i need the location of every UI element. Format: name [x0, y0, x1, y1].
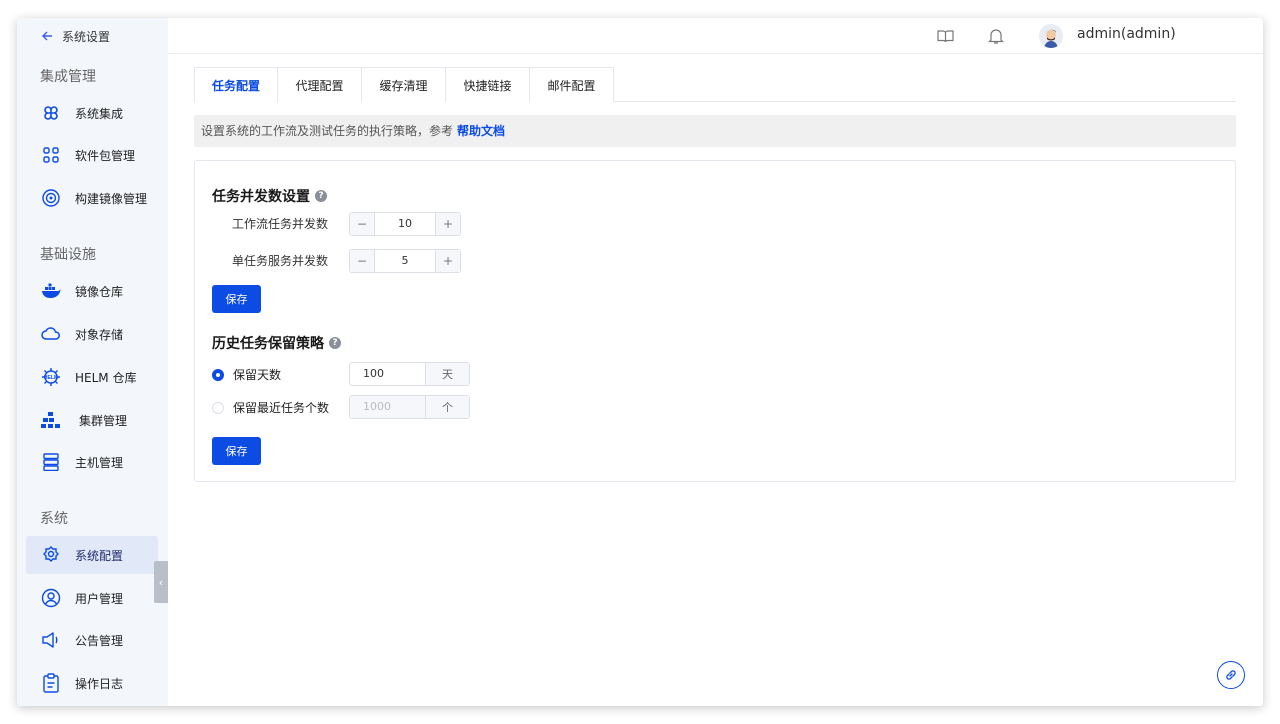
sidebar-collapse-handle[interactable]: ‹ [154, 561, 168, 603]
save-concurrency-button[interactable]: 保存 [212, 285, 261, 313]
retain-days-input[interactable]: 100 天 [349, 362, 470, 386]
sidebar-item-label: HELM 仓库 [75, 370, 137, 385]
sidebar-item-audit-log[interactable]: 操作日志 [26, 664, 158, 702]
helm-icon: HELM [41, 367, 61, 387]
service-concurrency-input[interactable]: 5 [375, 250, 435, 272]
link-float-button[interactable] [1217, 661, 1245, 689]
group-title-integration: 集成管理 [40, 69, 96, 85]
group-title-system: 系统 [40, 511, 68, 527]
settings-icon [41, 545, 61, 565]
back-button[interactable]: 系统设置 [41, 27, 110, 45]
sidebar-item-label: 系统配置 [75, 548, 124, 563]
workflow-concurrency-stepper: − 10 + [349, 212, 461, 236]
help-icon[interactable]: ? [329, 337, 341, 349]
sidebar-item-label: 镜像仓库 [75, 284, 124, 299]
radio-checked[interactable] [212, 368, 224, 381]
retain-days-label: 保留天数 [233, 368, 282, 382]
app-window: 系统设置 集成管理 系统集成 软件包管理 构建镜像管理 基础设施 镜像仓库 对象… [17, 18, 1263, 706]
retain-days-unit: 天 [425, 363, 469, 385]
increment-button[interactable]: + [435, 250, 460, 272]
help-doc-link[interactable]: 帮助文档 [457, 124, 505, 138]
tab-task-config[interactable]: 任务配置 [194, 67, 278, 103]
help-icon[interactable]: ? [315, 190, 327, 202]
command-icon [41, 103, 61, 123]
tab-mail-config[interactable]: 邮件配置 [530, 67, 614, 102]
chevron-left-icon: ‹ [158, 575, 164, 589]
user-icon [41, 588, 61, 608]
save-retention-button[interactable]: 保存 [212, 437, 261, 465]
info-text: 设置系统的工作流及测试任务的执行策略，参考 [201, 124, 454, 138]
decrement-button[interactable]: − [350, 213, 375, 235]
retain-count-input[interactable]: 1000 个 [349, 395, 470, 419]
sidebar-item-system-integration[interactable]: 系统集成 [26, 94, 158, 132]
sidebar-item-label: 软件包管理 [75, 148, 136, 163]
service-concurrency-stepper: − 5 + [349, 249, 461, 273]
retain-days-value[interactable]: 100 [350, 363, 425, 385]
sidebar-item-build-image[interactable]: 构建镜像管理 [26, 179, 158, 217]
workflow-concurrency-input[interactable]: 10 [375, 213, 435, 235]
retain-count-label: 保留最近任务个数 [233, 401, 330, 415]
sidebar-item-cluster[interactable]: 集群管理 [26, 401, 158, 439]
sidebar-item-label: 用户管理 [75, 591, 124, 606]
bell-icon[interactable] [987, 27, 1005, 45]
sidebar-item-object-storage[interactable]: 对象存储 [26, 315, 158, 353]
sidebar-item-system-config[interactable]: 系统配置 [26, 536, 158, 574]
tab-cache-cleanup[interactable]: 缓存清理 [362, 67, 446, 102]
username[interactable]: admin(admin) [1077, 26, 1176, 42]
avatar[interactable] [1039, 24, 1063, 48]
tab-proxy-config[interactable]: 代理配置 [278, 67, 362, 102]
link-icon [1226, 670, 1236, 680]
sidebar: 系统设置 集成管理 系统集成 软件包管理 构建镜像管理 基础设施 镜像仓库 对象… [17, 18, 168, 706]
sidebar-item-label: 主机管理 [75, 455, 124, 470]
top-header: admin(admin) ··· [168, 18, 1263, 54]
config-tabs: 任务配置 代理配置 缓存清理 快捷链接 邮件配置 [194, 67, 1236, 103]
book-icon[interactable] [936, 27, 954, 45]
target-icon [41, 188, 61, 208]
group-title-infrastructure: 基础设施 [40, 247, 96, 263]
increment-button[interactable]: + [435, 213, 460, 235]
server-icon [41, 452, 61, 472]
sidebar-item-label: 对象存储 [75, 327, 124, 342]
concurrency-section-title: 任务并发数设置 ? [212, 186, 327, 206]
sidebar-item-label: 操作日志 [75, 676, 124, 691]
retain-days-radio[interactable]: 保留天数 [212, 366, 281, 383]
sidebar-item-label: 构建镜像管理 [75, 191, 148, 206]
cluster-icon [41, 410, 61, 430]
sidebar-item-label: 公告管理 [75, 633, 124, 648]
retain-count-unit: 个 [425, 396, 469, 418]
sidebar-item-label: 集群管理 [79, 413, 128, 428]
arrow-left-icon [42, 31, 52, 41]
docker-icon [41, 281, 61, 301]
task-config-card: 任务并发数设置 ? 工作流任务并发数 − 10 + 单任务服务并发数 − 5 +… [194, 160, 1236, 482]
grid-icon [41, 145, 61, 165]
clipboard-icon [41, 673, 61, 693]
cloud-icon [41, 324, 61, 344]
sidebar-item-package[interactable]: 软件包管理 [26, 136, 158, 174]
sidebar-item-announcement[interactable]: 公告管理 [26, 621, 158, 659]
decrement-button[interactable]: − [350, 250, 375, 272]
retain-count-radio[interactable]: 保留最近任务个数 [212, 399, 329, 416]
sidebar-item-user[interactable]: 用户管理 [26, 579, 158, 617]
speaker-icon [41, 630, 61, 650]
service-concurrency-label: 单任务服务并发数 [232, 254, 329, 268]
sidebar-item-host[interactable]: 主机管理 [26, 443, 158, 481]
sidebar-item-helm[interactable]: HELM HELM 仓库 [26, 358, 158, 396]
radio-unchecked[interactable] [212, 401, 224, 414]
info-bar: 设置系统的工作流及测试任务的执行策略，参考 帮助文档 [194, 115, 1236, 147]
sidebar-item-label: 系统集成 [75, 106, 124, 121]
retention-title-text: 历史任务保留策略 [212, 336, 324, 352]
retain-count-value[interactable]: 1000 [350, 396, 425, 418]
back-label: 系统设置 [62, 29, 111, 44]
concurrency-title-text: 任务并发数设置 [212, 189, 310, 205]
tab-quick-links[interactable]: 快捷链接 [446, 67, 530, 102]
sidebar-item-image-registry[interactable]: 镜像仓库 [26, 272, 158, 310]
retention-section-title: 历史任务保留策略 ? [212, 333, 341, 353]
svg-text:HELM: HELM [44, 375, 58, 381]
workflow-concurrency-label: 工作流任务并发数 [232, 217, 329, 231]
